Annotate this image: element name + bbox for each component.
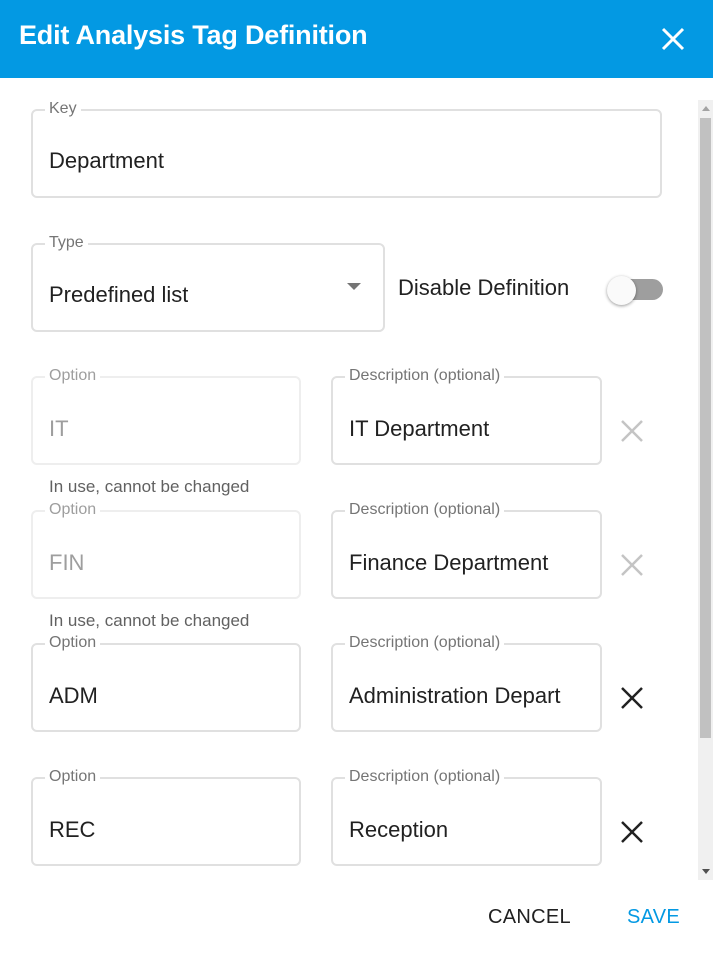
description-input[interactable]: IT Department [349,416,589,442]
option-field[interactable]: Option ADM [31,634,301,732]
description-field[interactable]: Description (optional) Administration De… [331,634,602,732]
description-input[interactable]: Administration Depart [349,683,589,709]
type-label: Type [45,234,88,252]
option-label: Option [45,768,101,786]
option-input: FIN [49,550,85,575]
close-icon [661,27,685,51]
toggle-thumb [607,276,636,305]
key-input[interactable]: Department [49,148,164,174]
option-input[interactable]: ADM [49,683,98,709]
option-input[interactable]: REC [49,817,95,843]
scrollbar-thumb[interactable] [700,118,711,738]
cancel-button[interactable]: CANCEL [488,906,571,929]
scroll-down-arrow-icon[interactable] [702,869,710,874]
option-field: Option IT [31,367,301,465]
description-label: Description (optional) [345,768,505,786]
description-field[interactable]: Description (optional) Finance Departmen… [331,501,602,599]
remove-option-button[interactable] [619,819,645,845]
option-label: Option [45,501,101,519]
close-icon [621,420,643,442]
key-label: Key [45,100,81,118]
remove-option-button[interactable] [619,685,645,711]
dropdown-arrow-icon [347,283,361,290]
helper-text: In use, cannot be changed [49,611,250,630]
close-icon [621,821,643,843]
description-input[interactable]: Reception [349,817,589,843]
dialog-header: Edit Analysis Tag Definition [0,0,713,78]
option-field: Option FIN [31,501,301,599]
description-input[interactable]: Finance Department [349,550,589,576]
description-label: Description (optional) [345,367,505,385]
option-label: Option [45,634,101,652]
description-field[interactable]: Description (optional) IT Department [331,367,602,465]
close-button[interactable] [656,22,690,56]
key-field[interactable]: Key Department [31,100,662,198]
description-field[interactable]: Description (optional) Reception [331,768,602,866]
scrollbar[interactable] [698,100,713,880]
option-input: IT [49,416,69,441]
disable-definition-label: Disable Definition [398,275,570,300]
option-field[interactable]: Option REC [31,768,301,866]
helper-text: In use, cannot be changed [49,477,250,496]
scroll-up-arrow-icon[interactable] [702,106,710,111]
remove-option-button[interactable] [619,418,645,444]
description-label: Description (optional) [345,501,505,519]
type-select[interactable]: Type Predefined list [31,234,385,332]
save-button[interactable]: SAVE [627,906,680,929]
close-icon [621,687,643,709]
description-label: Description (optional) [345,634,505,652]
remove-option-button[interactable] [619,552,645,578]
close-icon [621,554,643,576]
dialog-title: Edit Analysis Tag Definition [19,20,368,50]
disable-definition-toggle[interactable] [607,276,663,305]
type-value: Predefined list [49,282,189,307]
option-label: Option [45,367,101,385]
